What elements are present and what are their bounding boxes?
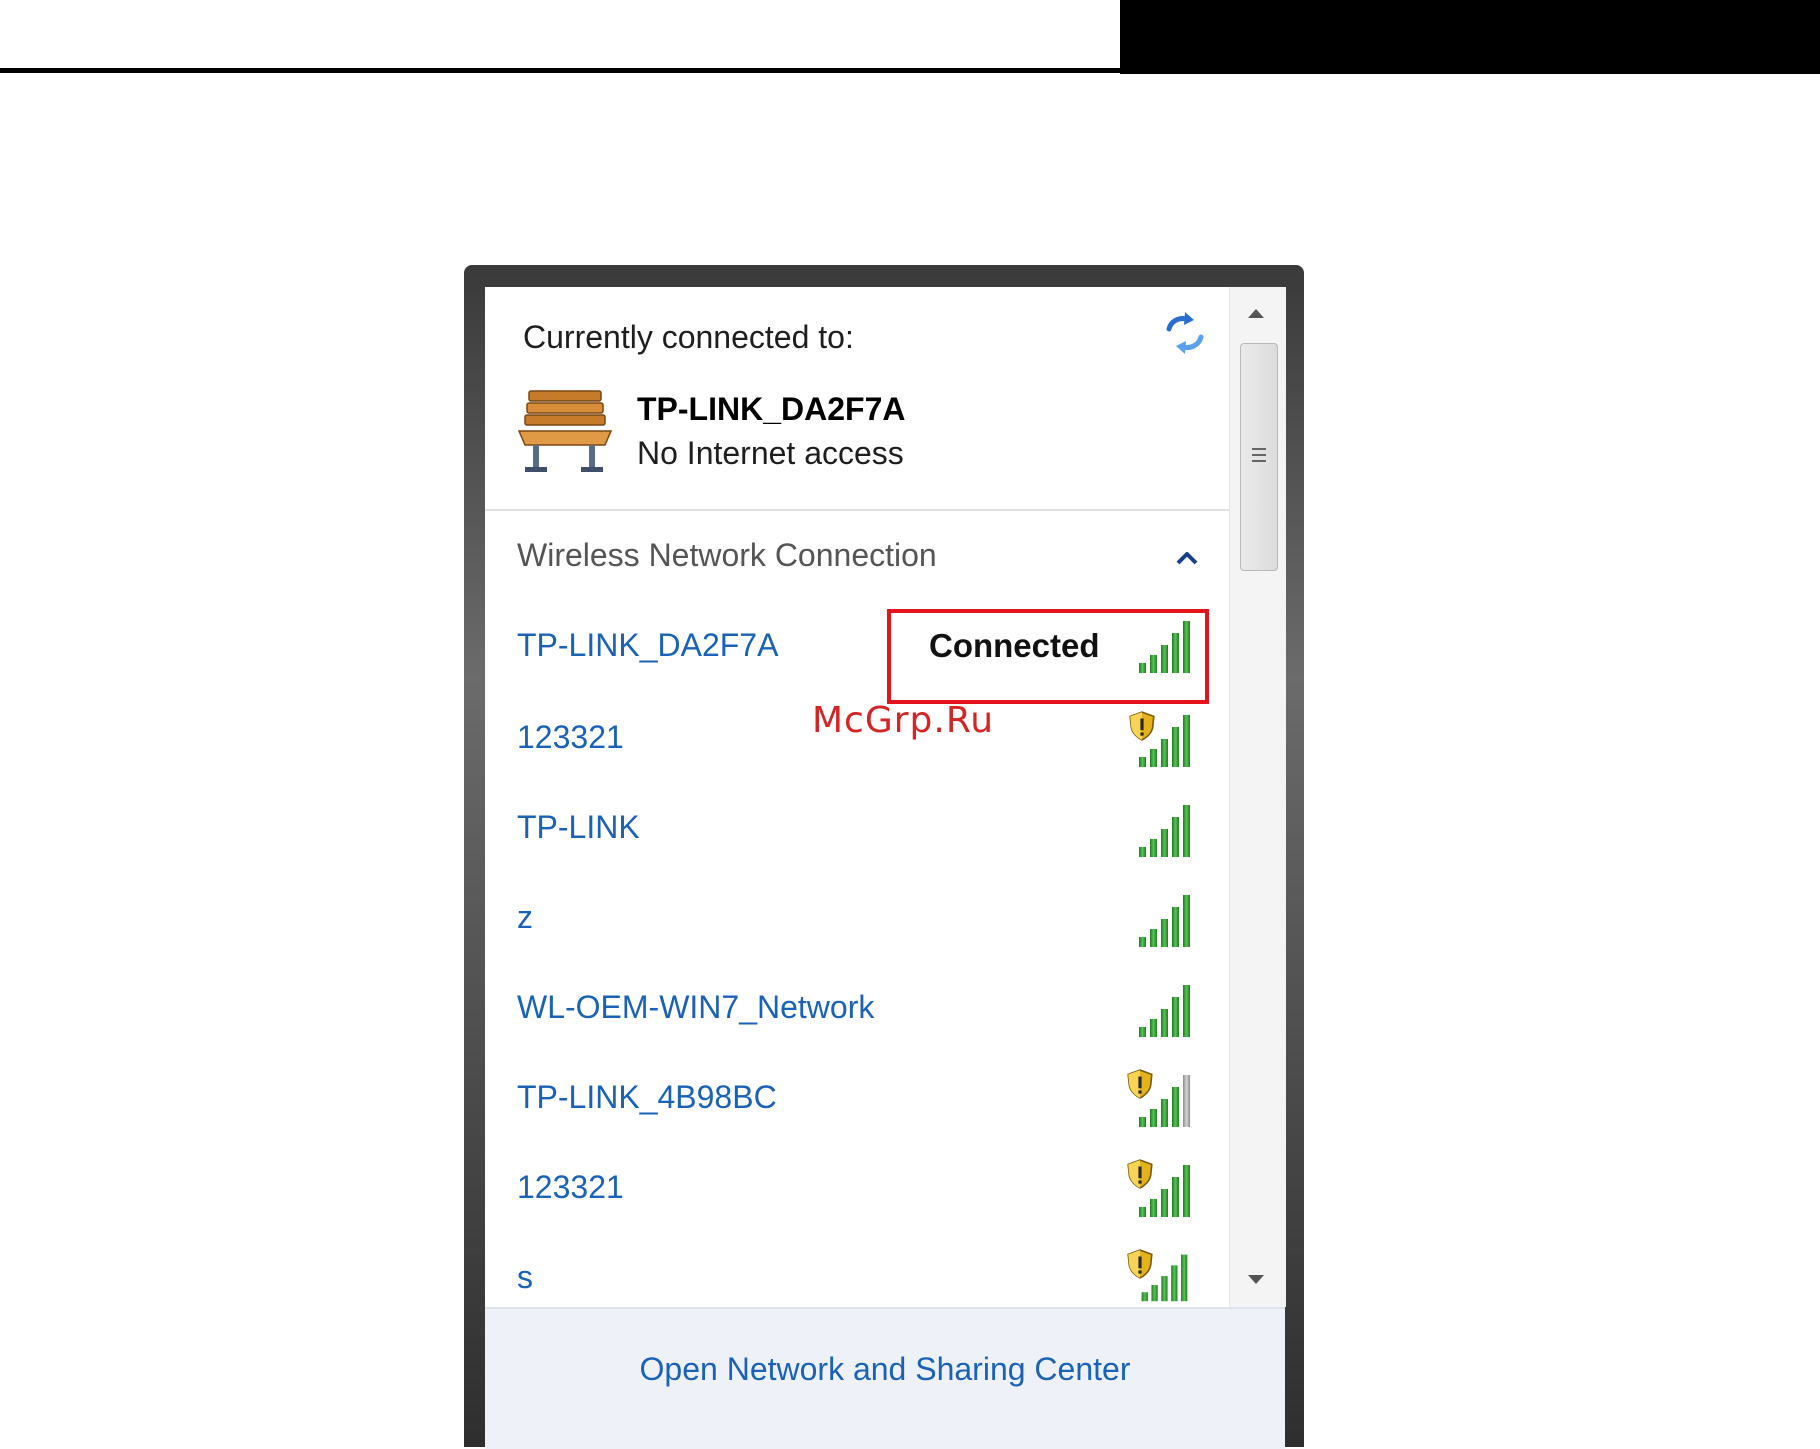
watermark-text: McGrp.Ru [812, 700, 995, 741]
signal-strength-icon [1131, 981, 1197, 1039]
bench-network-icon [517, 390, 613, 472]
flyout-footer: Open Network and Sharing Center [485, 1307, 1285, 1449]
grip-line [1252, 454, 1266, 456]
network-item-name[interactable]: 123321 [517, 1169, 624, 1206]
network-item-name[interactable]: WL-OEM-WIN7_Network [517, 989, 874, 1026]
section-title: Wireless Network Connection [517, 537, 937, 573]
network-item-name[interactable]: TP-LINK_DA2F7A [517, 627, 778, 664]
network-item-name[interactable]: z [517, 899, 533, 936]
security-shield-icon [1127, 1069, 1153, 1099]
security-shield-icon [1127, 1249, 1153, 1279]
network-item-name[interactable]: TP-LINK [517, 809, 640, 846]
security-shield-icon [1127, 1159, 1153, 1189]
scrollbar-thumb[interactable] [1240, 343, 1278, 571]
security-shield-icon [1129, 711, 1155, 741]
refresh-icon[interactable] [1161, 309, 1209, 357]
page-header-block [1120, 0, 1820, 74]
chevron-up-icon[interactable] [1175, 549, 1199, 567]
network-item-name[interactable]: 123321 [517, 719, 624, 756]
signal-strength-icon [1131, 801, 1197, 859]
network-list-area: Currently connected to: TP-LINK_DA2F7A N… [485, 287, 1229, 1307]
scroll-down-arrow-icon[interactable] [1248, 1275, 1264, 1284]
network-item-name[interactable]: s [517, 1259, 533, 1296]
currently-connected-label: Currently connected to: [523, 319, 854, 355]
network-item-name[interactable]: TP-LINK_4B98BC [517, 1079, 777, 1116]
signal-strength-icon [1131, 891, 1197, 949]
grip-line [1252, 448, 1266, 450]
section-divider [485, 509, 1229, 511]
connected-highlight-box [887, 609, 1209, 704]
scrollbar[interactable] [1229, 287, 1286, 1307]
open-network-sharing-center-link[interactable]: Open Network and Sharing Center [485, 1351, 1285, 1388]
current-network-name: TP-LINK_DA2F7A [637, 391, 906, 427]
scroll-up-arrow-icon[interactable] [1248, 309, 1264, 318]
grip-line [1252, 460, 1266, 462]
network-flyout-panel: Currently connected to: TP-LINK_DA2F7A N… [485, 287, 1286, 1449]
current-network-status: No Internet access [637, 435, 904, 471]
